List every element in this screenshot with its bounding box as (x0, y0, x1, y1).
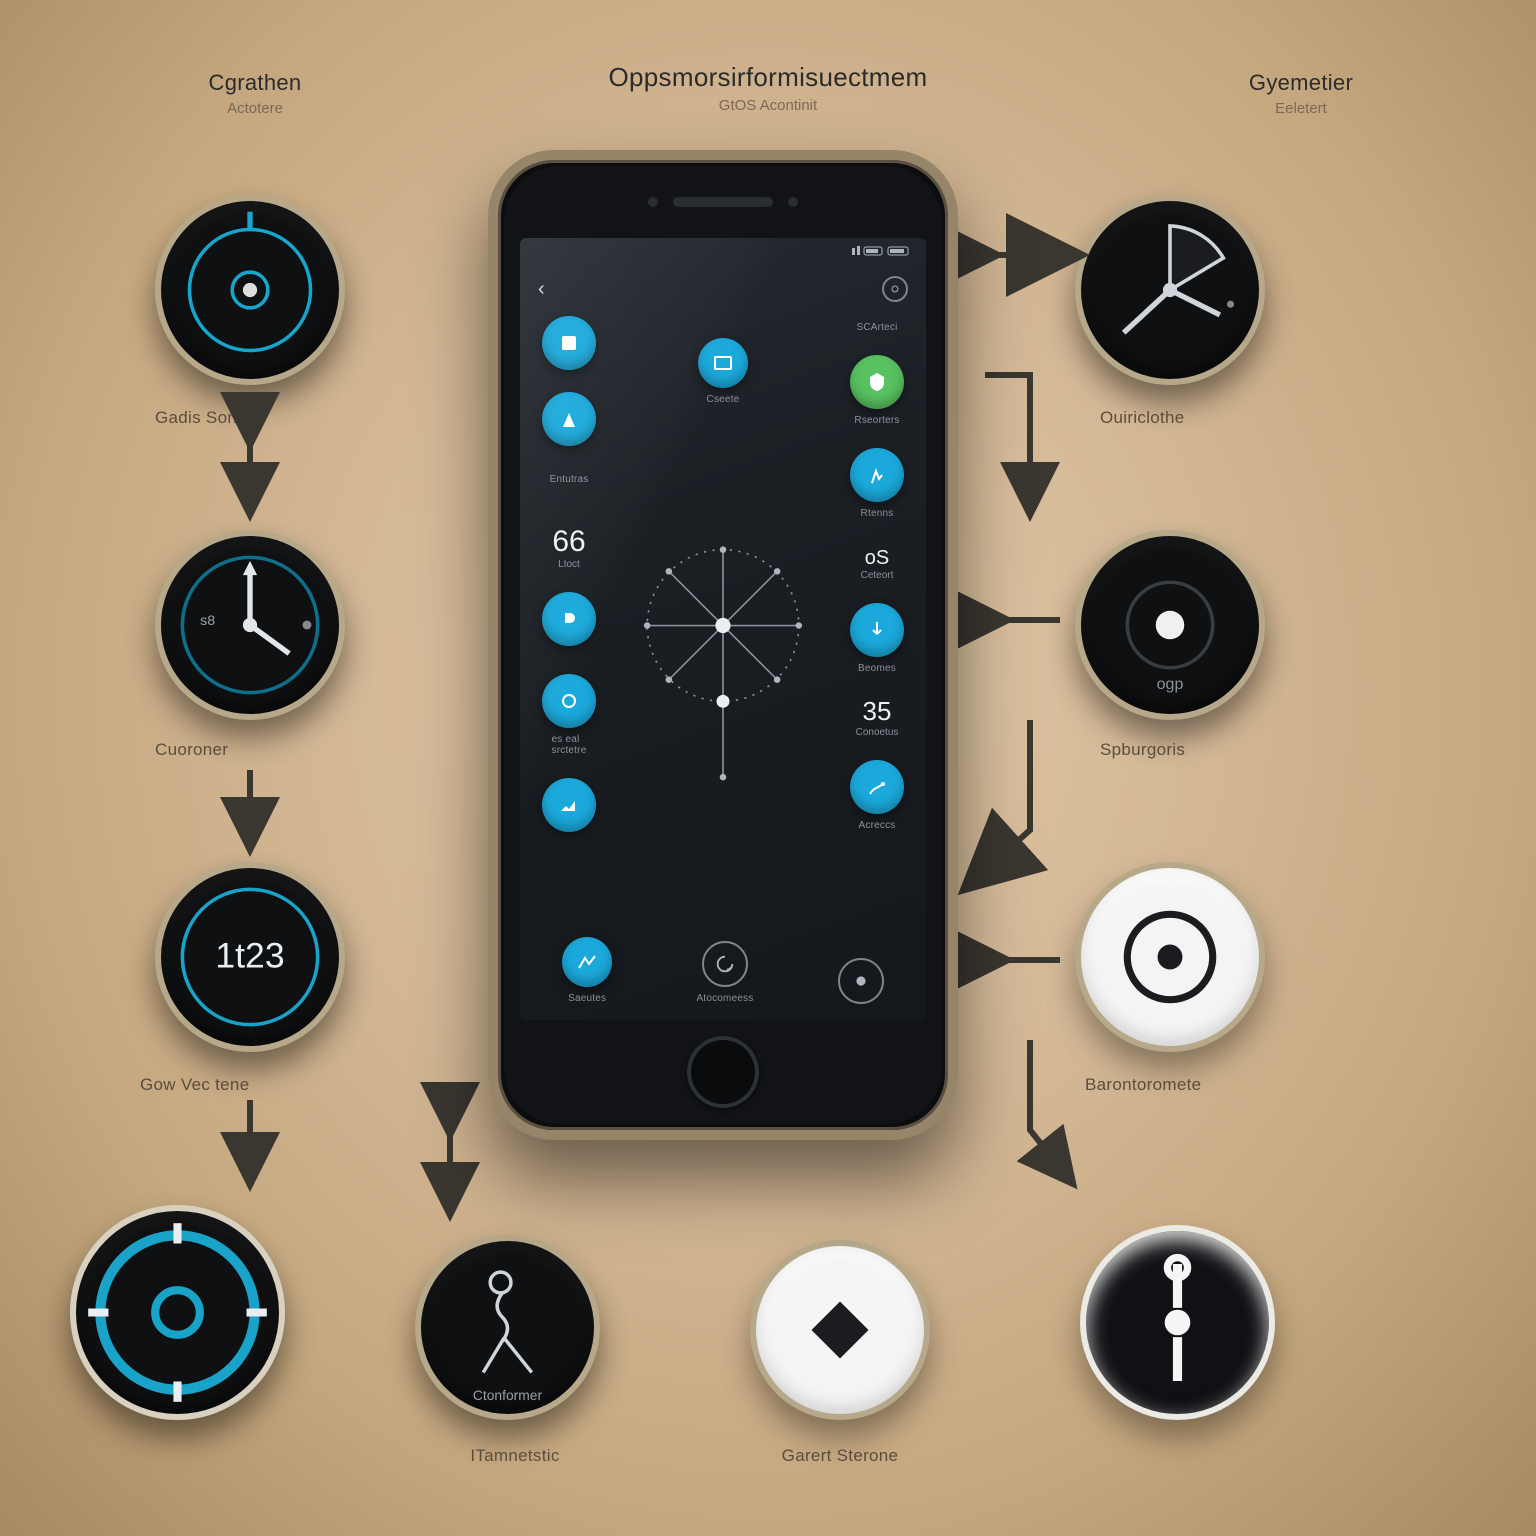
top-right-ring-button[interactable] (882, 276, 908, 302)
chip-item[interactable] (542, 592, 596, 652)
chip-item[interactable]: es eal srctetre (542, 674, 596, 756)
swirl-icon (702, 941, 748, 987)
metric-small-value: oS (865, 547, 889, 570)
screen-bottom-row: Saeutes Atocomeess (520, 937, 926, 1004)
sensor-dot-icon (763, 197, 773, 207)
sensor-label-itamnetstic: ITamnetstic (415, 1446, 615, 1466)
metric-big-label: Ltoct (558, 559, 580, 570)
puck-sub-ctonformer: Ctonformer (473, 1387, 543, 1403)
chip-item[interactable] (542, 778, 596, 832)
sensor-label-garert: Garert Sterone (725, 1446, 955, 1466)
sensor-label-barontoromete: Barontoromete (1085, 1075, 1305, 1095)
sensor-puck-garert (750, 1240, 930, 1420)
chip-item[interactable] (542, 392, 596, 446)
sensor-puck-ouiriclothe (1075, 195, 1265, 385)
screen-right-column: SCArteci Rseorters Rtenns oS Ceteort Beo… (850, 316, 904, 831)
header-right-title: Gyemetier (1211, 70, 1391, 96)
header-left: Cgrathen Actotere (165, 70, 345, 117)
header-center: Oppsmorsirformisuectmem GtOS Acontinit (508, 62, 1028, 114)
screen-center-panel: Cseete (633, 338, 813, 405)
sensor-puck-spburgoris: ogp (1075, 530, 1265, 720)
bottom-item-3[interactable] (838, 958, 884, 1004)
header-left-title: Cgrathen (165, 70, 345, 96)
header-left-subtitle: Actotere (165, 100, 345, 117)
metric-small: oS Ceteort (850, 547, 904, 581)
sensor-dot-icon (673, 197, 683, 207)
sensor-dot-icon (648, 197, 658, 207)
chip-item: Entutras (542, 468, 596, 485)
chip-right-3[interactable]: Rtenns (850, 448, 904, 519)
metric-big-value: 66 (552, 525, 585, 559)
sensor-puck-dial (1080, 1225, 1275, 1420)
record-icon (838, 958, 884, 1004)
sensor-puck-gow: 1t23 (155, 862, 345, 1052)
sensor-label-spburgoris: Spburgoris (1100, 740, 1300, 760)
chip-item[interactable] (542, 316, 596, 370)
bottom-item-1[interactable]: Saeutes (562, 937, 612, 1004)
compass-graphic (608, 528, 838, 788)
sensor-puck-cuoroner: s8 (155, 530, 345, 720)
metric-small-label: Ceteort (861, 570, 894, 581)
chip-center[interactable]: Cseete (633, 338, 813, 405)
sensor-label-gow: Gow Vec tene (140, 1075, 360, 1095)
sensor-label-gadis: Gadis Sonther (155, 408, 355, 428)
phone-bezel-top (498, 182, 948, 222)
sensor-puck-ctonformer: Ctonformer (415, 1235, 600, 1420)
speaker-icon (678, 197, 768, 207)
chip-right-5[interactable]: Acreccs (850, 760, 904, 831)
header-center-subtitle: GtOS Acontinit (508, 97, 1028, 114)
status-bar (520, 238, 926, 266)
bottom-item-2[interactable]: Atocomeess (696, 941, 753, 1004)
header-center-title: Oppsmorsirformisuectmem (508, 62, 1028, 93)
chip-right-4[interactable]: Beomes (850, 603, 904, 674)
header-right: Gyemetier Eeletert (1211, 70, 1391, 117)
metric-right-label: Conoetus (856, 727, 899, 738)
puck-sub-ogp: ogp (1157, 675, 1184, 693)
sensor-puck-barontoromete (1075, 862, 1265, 1052)
sensor-dot-icon (788, 197, 798, 207)
sensor-label-cuoroner: Cuoroner (155, 740, 355, 760)
statusbar-right (852, 245, 912, 260)
sensor-puck-gadis (155, 195, 345, 385)
puck-readout-s8: s8 (200, 613, 215, 629)
phone-screen: ‹ Entutras 66 Ltoct es eal srctetre Csee… (520, 238, 926, 1020)
metric-big: 66 Ltoct (542, 525, 596, 570)
sensor-label-ouiriclothe: Ouiriclothe (1100, 408, 1300, 428)
header-right-subtitle: Eeletert (1211, 100, 1391, 117)
phone-mockup: ‹ Entutras 66 Ltoct es eal srctetre Csee… (488, 150, 958, 1140)
home-button[interactable] (687, 1036, 759, 1108)
puck-readout-1t23: 1t23 (215, 936, 284, 976)
chip-right-2[interactable]: Rseorters (850, 355, 904, 426)
metric-right-value: 35 (863, 696, 892, 727)
sensor-puck-target (70, 1205, 285, 1420)
back-button[interactable]: ‹ (538, 278, 545, 301)
chip-right-1: SCArteci (850, 316, 904, 333)
metric-right: 35 Conoetus (850, 696, 904, 738)
screen-left-column: Entutras 66 Ltoct es eal srctetre (542, 316, 596, 832)
